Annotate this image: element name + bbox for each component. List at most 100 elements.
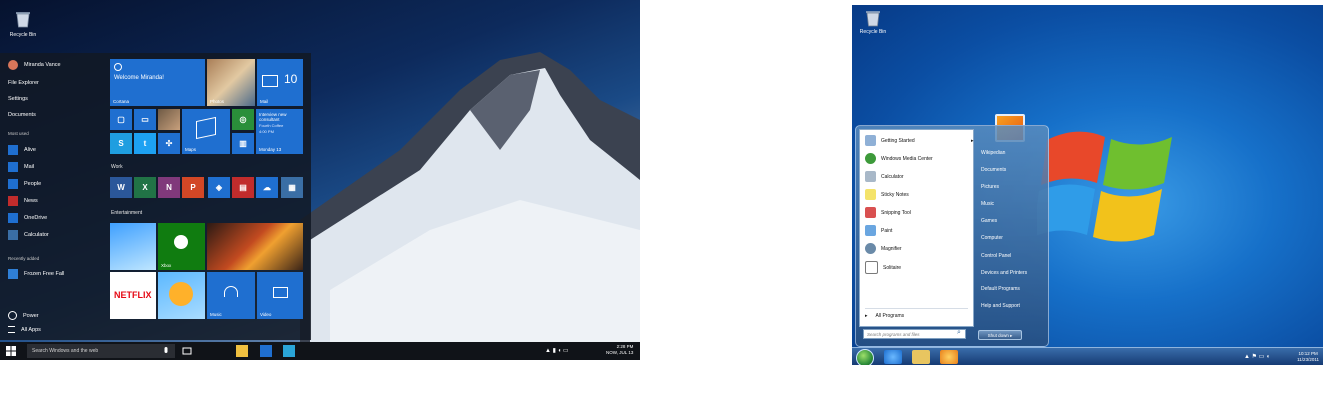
clock[interactable]: 2:28 PM NOW, JUL 13 <box>606 344 633 356</box>
arrow-right-icon: ▸ <box>865 313 868 319</box>
video-label: Video <box>260 312 272 317</box>
right-item-help-and-support[interactable]: Help and Support <box>981 303 1020 309</box>
file-explorer-icon[interactable] <box>912 350 930 364</box>
onedrive-tile[interactable]: ☁ <box>256 177 278 198</box>
user-account[interactable]: Miranda Vance <box>8 60 61 70</box>
file-explorer-icon[interactable] <box>236 345 248 357</box>
right-item-computer[interactable]: Computer <box>981 235 1003 241</box>
program-magnifier[interactable]: Magnifier <box>865 243 902 254</box>
xbox-tile[interactable]: Xbox <box>158 223 205 270</box>
onedrive-icon <box>8 213 18 223</box>
system-tray-icons[interactable]: ▲ ⚑ ▭ ◖ <box>1244 353 1270 360</box>
program-solitaire[interactable]: Solitaire <box>865 261 901 274</box>
word-tile[interactable]: W <box>110 177 132 198</box>
app-news[interactable]: News <box>8 196 38 206</box>
asphalt-tile[interactable] <box>207 223 303 270</box>
right-item-control-panel[interactable]: Control Panel <box>981 253 1011 259</box>
office-tile[interactable]: ▥ <box>232 133 254 154</box>
mail-tile[interactable]: 10 Mail <box>257 59 303 106</box>
search-input[interactable]: Search programs and files <box>863 329 966 339</box>
microphone-icon[interactable] <box>160 345 172 357</box>
right-item-devices-and-printers[interactable]: Devices and Printers <box>981 270 1027 276</box>
all-apps-button[interactable]: All Apps <box>8 326 41 333</box>
game-tile[interactable] <box>158 272 205 319</box>
right-item-wikipedian[interactable]: Wikipedian <box>981 150 1005 156</box>
entertainment-group-label: Entertainment <box>111 210 143 216</box>
excel-tile[interactable]: X <box>134 177 156 198</box>
search-icon[interactable]: ⌕ <box>957 329 961 337</box>
video-tile[interactable]: Video <box>257 272 303 319</box>
xbox-icon <box>174 235 188 249</box>
internet-explorer-icon[interactable] <box>884 350 902 364</box>
messaging-tile[interactable]: ▭ <box>134 109 156 130</box>
program-paint[interactable]: Paint <box>865 225 892 236</box>
file-explorer-link[interactable]: File Explorer <box>8 80 39 86</box>
program-calculator[interactable]: Calculator <box>865 171 904 182</box>
app-mail[interactable]: Mail <box>8 162 34 172</box>
store-icon[interactable] <box>260 345 272 357</box>
contact-tile[interactable] <box>158 109 180 130</box>
music-tile[interactable]: Music <box>207 272 255 319</box>
photos-tile[interactable]: Photos <box>207 59 255 106</box>
clock-date: NOW, JUL 13 <box>606 350 634 355</box>
media-player-icon[interactable] <box>940 350 958 364</box>
list-icon <box>8 326 15 333</box>
maps-tile[interactable]: Maps <box>182 109 230 154</box>
work-group-label: Work <box>111 164 123 170</box>
app-icon[interactable] <box>283 345 295 357</box>
shutdown-button[interactable]: Shut down ▸ <box>978 330 1022 340</box>
news-tile[interactable]: ▤ <box>232 177 254 198</box>
app-onedrive[interactable]: OneDrive <box>8 213 47 223</box>
app-alive[interactable]: Alive <box>8 145 36 155</box>
netflix-logo: NETFLIX <box>114 290 152 300</box>
recycle-bin-shortcut[interactable]: Recycle Bin <box>8 10 38 38</box>
windows7-screenshot: Recycle Bin Getting Started ▸ Windows Med… <box>852 5 1323 365</box>
maps-label: Maps <box>185 147 197 152</box>
system-tray-icons[interactable]: ▲ ▮ ◖ ▭ <box>545 347 569 354</box>
windows-start-icon[interactable] <box>5 345 17 357</box>
frozen-free-fall-icon <box>8 269 18 279</box>
recycle-bin-shortcut[interactable]: Recycle Bin <box>858 9 888 35</box>
calculator-tile[interactable]: ▦ <box>281 177 303 198</box>
program-snipping-tool[interactable]: Snipping Tool <box>865 207 911 218</box>
cortana-tile[interactable]: Welcome Miranda! Cortana <box>110 59 205 106</box>
skype-tile[interactable]: S <box>110 133 132 154</box>
program-label: Calculator <box>881 173 904 180</box>
start-left-column: Miranda Vance File Explorer Settings Doc… <box>0 53 108 340</box>
right-item-default-programs[interactable]: Default Programs <box>981 286 1020 292</box>
program-windows-media-center[interactable]: Windows Media Center <box>865 153 933 164</box>
app-people[interactable]: People <box>8 179 41 189</box>
powerpoint-tile[interactable]: P <box>182 177 204 198</box>
app-frozen-free-fall[interactable]: Frozen Free Fall <box>8 269 64 279</box>
power-button[interactable]: Power <box>8 311 39 320</box>
store-tile[interactable]: ▢ <box>110 109 132 130</box>
right-item-music[interactable]: Music <box>981 201 994 207</box>
netflix-tile[interactable]: NETFLIX <box>110 272 156 319</box>
right-item-pictures[interactable]: Pictures <box>981 184 999 190</box>
settings-link[interactable]: Settings <box>8 96 28 102</box>
task-view-icon[interactable] <box>181 345 193 357</box>
app-calculator[interactable]: Calculator <box>8 230 49 240</box>
app-people-label: People <box>24 181 42 187</box>
calculator-icon <box>865 171 876 182</box>
search-box[interactable]: Search Windows and the web <box>27 344 175 358</box>
right-item-documents[interactable]: Documents <box>981 167 1006 173</box>
clock[interactable]: 10:12 PM 11/23/2011 <box>1297 351 1319 363</box>
all-programs-button[interactable]: ▸ All Programs <box>865 313 904 319</box>
remote-desktop-tile[interactable]: ◈ <box>208 177 230 198</box>
frozen-free-fall-tile[interactable] <box>110 223 156 270</box>
taskbar: Search Windows and the web ▲ ▮ ◖ ▭ 2:28 … <box>0 342 640 360</box>
app-mail-label: Mail <box>24 164 35 170</box>
tripadvisor-tile[interactable]: ◎ <box>232 109 254 130</box>
documents-link[interactable]: Documents <box>8 112 36 118</box>
twitter-tile[interactable]: t <box>134 133 156 154</box>
program-getting-started[interactable]: Getting Started ▸ <box>865 135 974 146</box>
right-item-games[interactable]: Games <box>981 218 997 224</box>
onenote-tile[interactable]: N <box>158 177 180 198</box>
sharing-tile[interactable]: ✣ <box>158 133 180 154</box>
map-icon <box>196 116 216 140</box>
start-orb-icon[interactable] <box>856 349 874 365</box>
calendar-tile[interactable]: Interview new consultant Fourth Coffee 4… <box>256 109 303 154</box>
program-sticky-notes[interactable]: Sticky Notes <box>865 189 909 200</box>
calendar-time: 4:00 PM <box>259 129 274 134</box>
